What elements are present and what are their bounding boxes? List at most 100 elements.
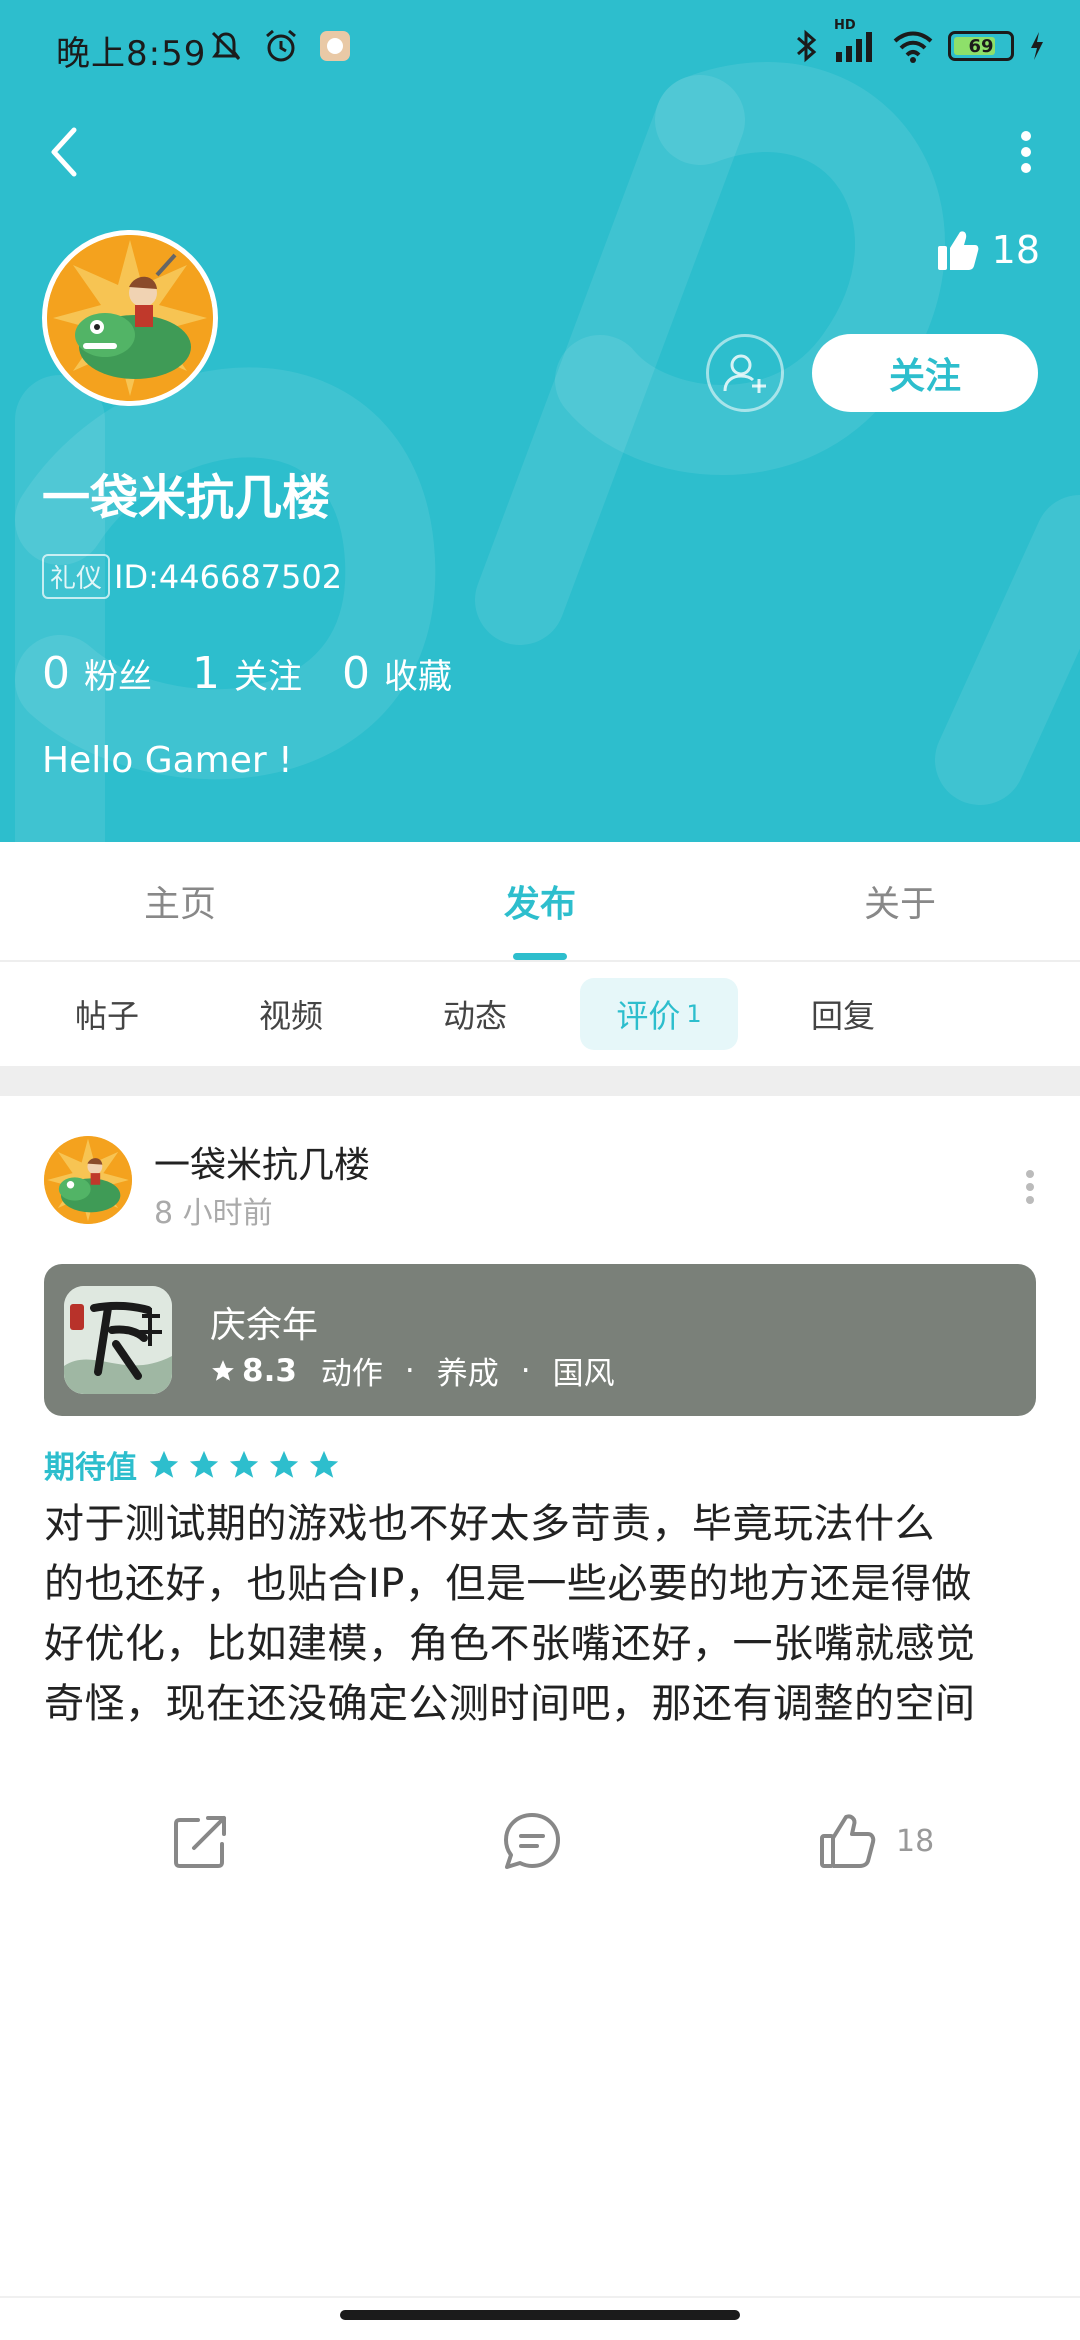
- post-author-avatar[interactable]: [44, 1136, 132, 1224]
- status-icons-right: HD 69: [792, 18, 1046, 66]
- section-divider: [0, 1066, 1080, 1096]
- comment-icon: [504, 1813, 560, 1869]
- profile-like-number: 18: [991, 228, 1040, 272]
- profile-stats: 0 粉丝 1 关注 0 收藏: [42, 648, 492, 699]
- profile-header: 晚上8:59 HD 69 18 关注 一袋米抗几楼 礼仪 ID:44668750…: [0, 0, 1080, 842]
- status-time: 晚上8:59: [56, 34, 207, 74]
- vertical-dots-icon: [1026, 1170, 1034, 1204]
- tab-home[interactable]: 主页: [0, 842, 360, 960]
- tab-posts[interactable]: 发布: [360, 842, 720, 960]
- user-badge[interactable]: 礼仪: [42, 554, 111, 599]
- active-tab-indicator: [513, 953, 567, 960]
- rating-stars: [147, 1448, 347, 1482]
- more-options-button[interactable]: [1002, 122, 1050, 182]
- game-tag: 养成: [436, 1356, 499, 1392]
- stat-following[interactable]: 1 关注: [192, 648, 302, 699]
- post-timestamp: 8 小时前: [154, 1196, 273, 1231]
- subtab-threads-label: 帖子: [74, 997, 139, 1035]
- profile-user-id[interactable]: ID:446687502: [114, 558, 342, 596]
- stat-following-number: 1: [192, 648, 220, 699]
- alarm-icon: [266, 29, 296, 62]
- tab-posts-label: 发布: [503, 884, 576, 925]
- game-tag: 动作: [320, 1356, 383, 1392]
- main-tab-bar: 主页 发布 关于: [0, 842, 1080, 962]
- rating-label: 期待值: [44, 1450, 137, 1486]
- home-indicator[interactable]: [340, 2310, 740, 2320]
- profile-like-count: 18: [936, 228, 1040, 272]
- review-text: 对于测试期的游戏也不好太多苛责，毕竟玩法什么 的也还好，也贴合IP，但是一些必要…: [44, 1494, 1040, 1734]
- review-text-line: 好优化，比如建模，角色不张嘴还好，一张嘴就感觉: [44, 1621, 976, 1667]
- game-tag: 国风: [552, 1356, 615, 1392]
- share-icon: [174, 1816, 226, 1868]
- game-card[interactable]: 庆余年 8.3 动作 · 养成 · 国风: [44, 1264, 1036, 1416]
- star-icon: [212, 1359, 234, 1381]
- back-button[interactable]: [40, 122, 88, 182]
- post-author-name[interactable]: 一袋米抗几楼: [154, 1136, 370, 1188]
- tab-about[interactable]: 关于: [720, 842, 1080, 960]
- thumbs-up-icon: [937, 231, 979, 270]
- add-user-icon: [723, 354, 766, 393]
- post-avatar-image: [44, 1136, 132, 1224]
- profile-username: 一袋米抗几楼: [42, 470, 331, 526]
- game-icon: [64, 1286, 172, 1394]
- review-text-line: 的也还好，也贴合IP，但是一些必要的地方还是得做: [44, 1561, 972, 1607]
- battery-level: 69: [968, 35, 994, 57]
- profile-avatar[interactable]: [42, 230, 218, 406]
- game-meta: 8.3 动作 · 养成 · 国风: [210, 1348, 615, 1393]
- rating-row: 期待值: [44, 1442, 347, 1487]
- signal-icon: HD: [834, 18, 878, 64]
- subtab-moments[interactable]: 动态: [396, 978, 554, 1050]
- review-text-line: 对于测试期的游戏也不好太多苛责，毕竟玩法什么: [44, 1501, 935, 1547]
- chevron-left-icon: [51, 127, 77, 177]
- bottom-divider: [0, 2296, 1080, 2298]
- subtab-reviews[interactable]: 评价 1: [580, 978, 738, 1050]
- game-score: 8.3: [242, 1352, 297, 1389]
- tag-separator: ·: [520, 1352, 531, 1389]
- stat-fans-label: 粉丝: [84, 657, 152, 697]
- avatar-image: [47, 235, 213, 401]
- network-hd-label: HD: [834, 18, 856, 33]
- stat-favorites-number: 0: [342, 648, 370, 699]
- stat-favorites[interactable]: 0 收藏: [342, 648, 452, 699]
- profile-id-row: 礼仪 ID:446687502: [42, 554, 342, 599]
- rating-star-icon: [149, 1450, 179, 1478]
- thumbs-up-outline-icon: [820, 1814, 876, 1868]
- sub-tab-bar: 帖子 视频 动态 评价 1 回复: [0, 962, 1080, 1066]
- game-title: 庆余年: [210, 1305, 319, 1346]
- profile-bio: Hello Gamer !: [42, 740, 293, 781]
- review-text-line: 奇怪，现在还没确定公测时间吧，那还有调整的空间: [44, 1681, 976, 1727]
- bluetooth-icon: [797, 29, 817, 63]
- subtab-replies[interactable]: 回复: [764, 978, 922, 1050]
- rating-star-icon: [269, 1450, 299, 1478]
- subtab-videos-label: 视频: [258, 997, 323, 1035]
- rating-star-icon: [229, 1450, 259, 1478]
- stat-following-label: 关注: [234, 657, 302, 697]
- vertical-dots-icon: [1021, 131, 1031, 173]
- subtab-moments-label: 动态: [442, 997, 507, 1035]
- review-post[interactable]: 一袋米抗几楼 8 小时前 庆余年 8.3 动作 · 养成 · 国风 期待值 对于…: [0, 1096, 1080, 2286]
- charging-icon: [1031, 32, 1043, 60]
- wifi-icon: [893, 31, 933, 63]
- add-friend-button[interactable]: [706, 334, 784, 412]
- rating-star-icon: [189, 1450, 219, 1478]
- tab-home-label: 主页: [143, 884, 216, 925]
- post-like-count: 18: [896, 1823, 935, 1859]
- stat-favorites-label: 收藏: [384, 657, 452, 697]
- stat-fans[interactable]: 0 粉丝: [42, 648, 152, 699]
- follow-button[interactable]: 关注: [812, 334, 1038, 412]
- mute-icon: [211, 31, 241, 61]
- app-notification-icon: [320, 31, 350, 61]
- like-button[interactable]: 18: [818, 1796, 934, 1886]
- tab-about-label: 关于: [863, 884, 936, 925]
- watermark-logo: [15, 62, 1080, 842]
- stat-fans-number: 0: [42, 648, 70, 699]
- subtab-videos[interactable]: 视频: [212, 978, 370, 1050]
- status-icons-left: [208, 26, 352, 66]
- status-bar: 晚上8:59 HD 69: [0, 0, 1080, 96]
- subtab-threads[interactable]: 帖子: [28, 978, 186, 1050]
- battery-indicator: 69: [948, 31, 1014, 61]
- share-button[interactable]: [172, 1796, 230, 1886]
- rating-star-icon: [309, 1450, 339, 1478]
- comment-button[interactable]: [502, 1796, 562, 1886]
- post-more-button[interactable]: [1020, 1162, 1040, 1212]
